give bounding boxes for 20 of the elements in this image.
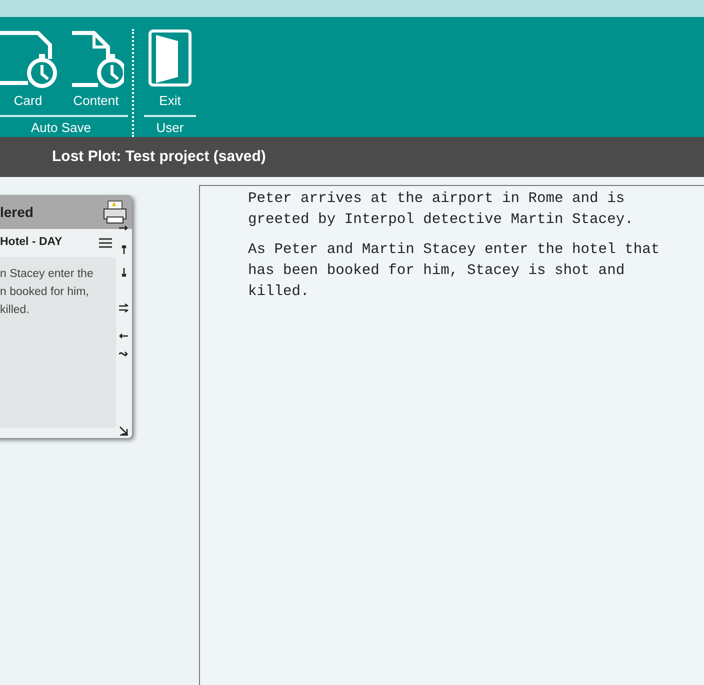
editor[interactable]: Peter arrives at the airport in Rome and is greeted by Interpol detective Martin Stacey. As Peter and Martin Stacey enter the hotel that has been booked for him, Stacey is shot and killed.	[199, 185, 704, 685]
menu-icon[interactable]	[99, 238, 112, 248]
arrow-down-icon[interactable]	[119, 267, 129, 277]
card-heading: Hotel - DAY	[0, 235, 62, 250]
dotted-arrow-icon[interactable]	[119, 223, 129, 233]
wavy-arrow-icon[interactable]	[119, 349, 129, 359]
resize-icon[interactable]	[119, 426, 129, 436]
editor-paragraph: As Peter and Martin Stacey enter the hotel that has been booked for him, Stacey is shot and killed.	[248, 241, 661, 302]
ribbon-button[interactable]: Card	[0, 29, 58, 111]
editor-paragraph: Peter arrives at the airport in Rome and is greeted by Interpol detective Martin Stacey.	[248, 190, 634, 230]
arrow-up-icon[interactable]	[119, 245, 129, 255]
card-text-area[interactable]: n Stacey enter the n booked for him, killed.	[0, 257, 116, 428]
ribbon-button[interactable]: Exit	[148, 29, 192, 111]
double-arrow-icon[interactable]	[119, 303, 129, 313]
card-title: lered	[0, 202, 34, 222]
printer-icon[interactable]	[102, 199, 128, 225]
arrow-left-icon[interactable]	[119, 331, 129, 341]
ribbon-button[interactable]: Content	[68, 29, 124, 111]
card-text: n Stacey enter the n booked for him, killed.	[0, 267, 94, 318]
project-title: Lost Plot: Test project (saved)	[52, 146, 266, 167]
